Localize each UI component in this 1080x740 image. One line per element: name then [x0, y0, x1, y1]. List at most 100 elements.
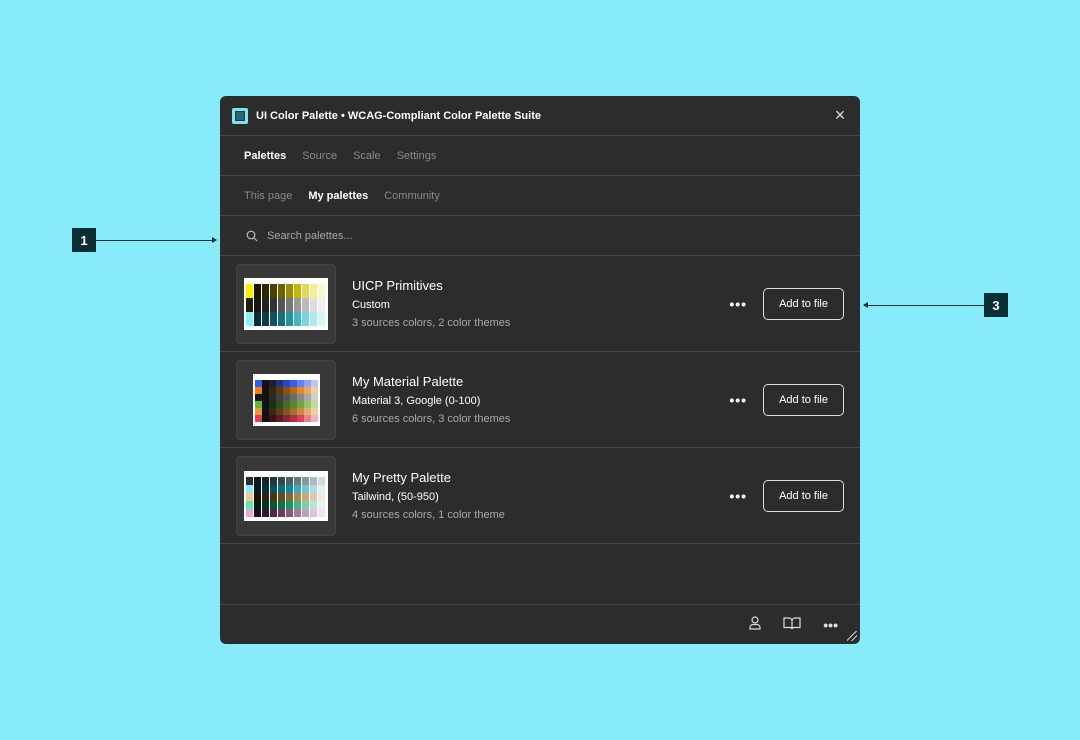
swatch	[289, 407, 297, 415]
more-options-icon[interactable]: •••	[729, 296, 747, 312]
swatch	[254, 283, 261, 298]
close-icon[interactable]: ×	[832, 105, 848, 126]
swatch	[254, 379, 262, 387]
swatch	[278, 484, 285, 493]
tab-this-page[interactable]: This page	[244, 190, 292, 202]
swatch	[254, 297, 261, 312]
swatch	[270, 283, 277, 298]
swatch	[246, 492, 253, 501]
swatch	[254, 400, 262, 408]
swatch	[302, 311, 309, 326]
swatch	[303, 393, 311, 401]
swatch	[318, 500, 325, 509]
resize-handle[interactable]	[847, 631, 857, 641]
swatch	[289, 393, 297, 401]
annotation-badge-3: 3	[984, 293, 1008, 317]
swatch	[254, 407, 262, 415]
add-to-file-button[interactable]: Add to file	[763, 479, 844, 512]
annotation-line-1	[96, 240, 212, 241]
swatch	[261, 393, 269, 401]
swatch	[303, 400, 311, 408]
swatch	[262, 500, 269, 509]
swatch	[294, 476, 301, 485]
swatch	[296, 414, 304, 422]
swatch	[310, 393, 318, 401]
swatch	[286, 492, 293, 501]
footer-bar: •••	[220, 604, 860, 644]
palette-list-item[interactable]: My Material Palette Material 3, Google (…	[220, 352, 860, 448]
palette-info: My Material Palette Material 3, Google (…	[352, 374, 729, 425]
tab-my-palettes[interactable]: My palettes	[308, 190, 368, 202]
tab-source[interactable]: Source	[302, 150, 337, 162]
swatch	[310, 484, 317, 493]
palette-thumbnail	[236, 359, 336, 440]
search-input[interactable]: Search palettes...	[220, 216, 860, 256]
more-options-icon[interactable]: •••	[729, 392, 747, 408]
palette-list-item[interactable]: UICP Primitives Custom 3 sources colors,…	[220, 256, 860, 352]
documentation-book-icon[interactable]	[783, 616, 801, 633]
swatch	[286, 476, 293, 485]
swatch	[289, 400, 297, 408]
swatch	[302, 297, 309, 312]
tab-settings[interactable]: Settings	[397, 150, 437, 162]
tab-community[interactable]: Community	[384, 190, 440, 202]
palette-info: UICP Primitives Custom 3 sources colors,…	[352, 278, 729, 329]
swatch	[296, 386, 304, 394]
add-to-file-button[interactable]: Add to file	[763, 383, 844, 416]
swatch	[254, 484, 261, 493]
swatch	[303, 407, 311, 415]
swatch	[261, 379, 269, 387]
palette-list-item[interactable]: My Pretty Palette Tailwind, (50-950) 4 s…	[220, 448, 860, 544]
swatch	[268, 407, 276, 415]
swatch	[262, 484, 269, 493]
swatch	[270, 484, 277, 493]
swatch	[282, 379, 290, 387]
swatch	[254, 414, 262, 422]
swatch	[278, 311, 285, 326]
tab-scale[interactable]: Scale	[353, 150, 381, 162]
swatch	[246, 311, 253, 326]
swatch	[294, 500, 301, 509]
palette-meta: 6 sources colors, 3 color themes	[352, 413, 511, 425]
swatch	[278, 508, 285, 517]
swatch	[302, 492, 309, 501]
swatch	[303, 386, 311, 394]
swatch	[289, 379, 297, 387]
window-title: UI Color Palette • WCAG-Compliant Color …	[256, 109, 541, 122]
palette-info: My Pretty Palette Tailwind, (50-950) 4 s…	[352, 470, 729, 521]
add-to-file-button[interactable]: Add to file	[763, 287, 844, 320]
swatch	[254, 508, 261, 517]
swatch	[318, 297, 325, 312]
swatch	[296, 407, 304, 415]
palette-type: Custom	[352, 299, 390, 311]
user-icon[interactable]	[749, 616, 761, 633]
swatch	[282, 386, 290, 394]
swatch	[262, 492, 269, 501]
swatch	[310, 407, 318, 415]
swatch	[310, 297, 317, 312]
swatch	[294, 492, 301, 501]
swatch	[282, 393, 290, 401]
more-options-icon[interactable]: •••	[729, 488, 747, 504]
tab-palettes[interactable]: Palettes	[244, 150, 286, 162]
swatch	[294, 297, 301, 312]
swatch	[261, 414, 269, 422]
swatch	[318, 283, 325, 298]
more-options-icon[interactable]: •••	[823, 617, 838, 633]
swatch	[278, 492, 285, 501]
palette-meta: 3 sources colors, 2 color themes	[352, 317, 511, 329]
swatch	[310, 500, 317, 509]
swatch	[318, 476, 325, 485]
swatch	[262, 297, 269, 312]
swatch	[286, 508, 293, 517]
swatch	[294, 484, 301, 493]
swatch	[254, 500, 261, 509]
swatch	[261, 407, 269, 415]
swatch	[270, 297, 277, 312]
swatch	[310, 492, 317, 501]
swatch	[294, 283, 301, 298]
swatch	[275, 407, 283, 415]
swatch	[286, 297, 293, 312]
swatch	[296, 379, 304, 387]
swatch	[275, 386, 283, 394]
